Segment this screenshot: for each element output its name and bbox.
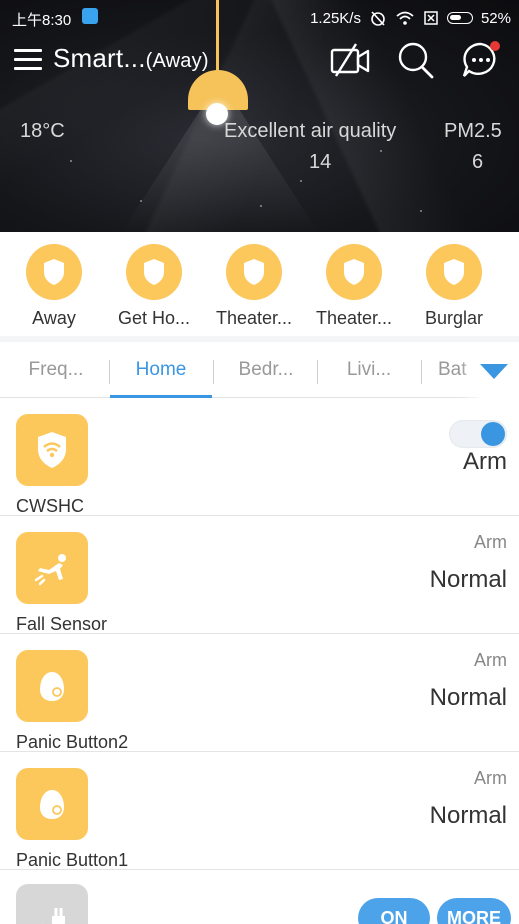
camera-off-icon[interactable] bbox=[328, 40, 372, 80]
network-speed: 1.25K/s bbox=[310, 9, 361, 27]
menu-icon[interactable] bbox=[14, 49, 42, 71]
sim-card-icon bbox=[424, 11, 438, 25]
device-card-fall-sensor[interactable]: Arm Normal Fall Sensor bbox=[0, 516, 519, 634]
status-time: 上午8:30 bbox=[12, 12, 72, 29]
device-name: CWSHC bbox=[16, 496, 84, 516]
room-tabs: Freq... Home Bedr... Livi... Bat bbox=[0, 336, 519, 398]
shield-icon bbox=[26, 244, 82, 300]
arm-toggle[interactable] bbox=[449, 420, 507, 448]
air-quality-value: 14 bbox=[309, 151, 332, 173]
status-bar: 上午8:30 1.25K/s 52% bbox=[0, 0, 519, 34]
search-icon[interactable] bbox=[394, 40, 438, 80]
device-card-cwshc[interactable]: Arm CWSHC bbox=[0, 398, 519, 516]
app-bar: Smart...(Away) bbox=[0, 34, 519, 84]
device-list: Arm CWSHC Arm Normal Fall Sensor Arm Nor… bbox=[0, 398, 519, 924]
pm25-label: PM2.5 bbox=[444, 120, 502, 142]
tab-divider bbox=[421, 360, 422, 384]
device-name: Fall Sensor bbox=[16, 614, 108, 634]
device-status: Normal bbox=[429, 566, 507, 593]
scene-burglar[interactable]: Burglar bbox=[404, 244, 504, 329]
device-mode: Arm bbox=[474, 532, 507, 552]
wifi-icon bbox=[396, 11, 414, 25]
device-card-partial[interactable]: ON MORE bbox=[0, 870, 519, 924]
scene-label: Away bbox=[32, 308, 76, 328]
app-title: Smart...(Away) bbox=[53, 43, 209, 74]
device-status: Arm bbox=[463, 448, 507, 475]
scene-label: Theater... bbox=[215, 308, 293, 328]
scene-label: Burglar bbox=[424, 308, 484, 328]
shield-icon bbox=[126, 244, 182, 300]
tab-divider bbox=[213, 360, 214, 384]
scene-theater-1[interactable]: Theater... bbox=[204, 244, 304, 329]
plug-icon bbox=[16, 884, 88, 924]
scene-away[interactable]: Away bbox=[4, 244, 104, 329]
pm25-value: 6 bbox=[472, 151, 484, 173]
app-title-text: Smart... bbox=[53, 43, 146, 73]
device-name: Panic Button2 bbox=[16, 732, 129, 752]
scene-bar: Away Get Ho... Theater... Theater... Bur… bbox=[0, 232, 519, 334]
more-button[interactable]: MORE bbox=[437, 898, 511, 924]
device-mode: Arm bbox=[474, 768, 507, 788]
battery-level: 52% bbox=[480, 9, 511, 27]
shield-icon bbox=[226, 244, 282, 300]
notification-app-icon bbox=[82, 8, 98, 24]
scene-label: Get Ho... bbox=[117, 308, 191, 328]
message-icon[interactable] bbox=[459, 40, 503, 80]
expand-tabs-icon[interactable] bbox=[480, 364, 508, 379]
battery-icon bbox=[446, 12, 473, 24]
air-quality-label: Excellent air quality bbox=[224, 120, 397, 142]
temperature: 18°C bbox=[20, 120, 65, 142]
panic-button-icon bbox=[16, 650, 88, 722]
scene-label: Theater... bbox=[315, 308, 393, 328]
panic-button-icon bbox=[16, 768, 88, 840]
tab-living-room[interactable]: Livi... bbox=[318, 342, 420, 398]
security-mode: (Away) bbox=[145, 50, 209, 72]
header-banner: 上午8:30 1.25K/s 52% Smart...(Away) 18°C E… bbox=[0, 0, 519, 232]
wifi-shield-icon bbox=[16, 414, 88, 486]
alarm-off-icon bbox=[371, 11, 385, 26]
device-card-panic-button2[interactable]: Arm Normal Panic Button2 bbox=[0, 634, 519, 752]
scene-get-home[interactable]: Get Ho... bbox=[104, 244, 204, 329]
shield-icon bbox=[426, 244, 482, 300]
toggle-knob bbox=[481, 422, 505, 446]
tab-frequent[interactable]: Freq... bbox=[10, 342, 102, 398]
device-mode: Arm bbox=[474, 650, 507, 670]
shield-icon bbox=[326, 244, 382, 300]
fall-sensor-icon bbox=[16, 532, 88, 604]
on-button[interactable]: ON bbox=[358, 898, 430, 924]
unread-dot-icon bbox=[490, 41, 500, 51]
scene-theater-2[interactable]: Theater... bbox=[304, 244, 404, 329]
tab-home[interactable]: Home bbox=[110, 342, 212, 398]
device-status: Normal bbox=[429, 802, 507, 829]
device-status: Normal bbox=[429, 684, 507, 711]
device-name: Panic Button1 bbox=[16, 850, 129, 870]
tab-bedroom[interactable]: Bedr... bbox=[216, 342, 316, 398]
device-card-panic-button1[interactable]: Arm Normal Panic Button1 bbox=[0, 752, 519, 870]
